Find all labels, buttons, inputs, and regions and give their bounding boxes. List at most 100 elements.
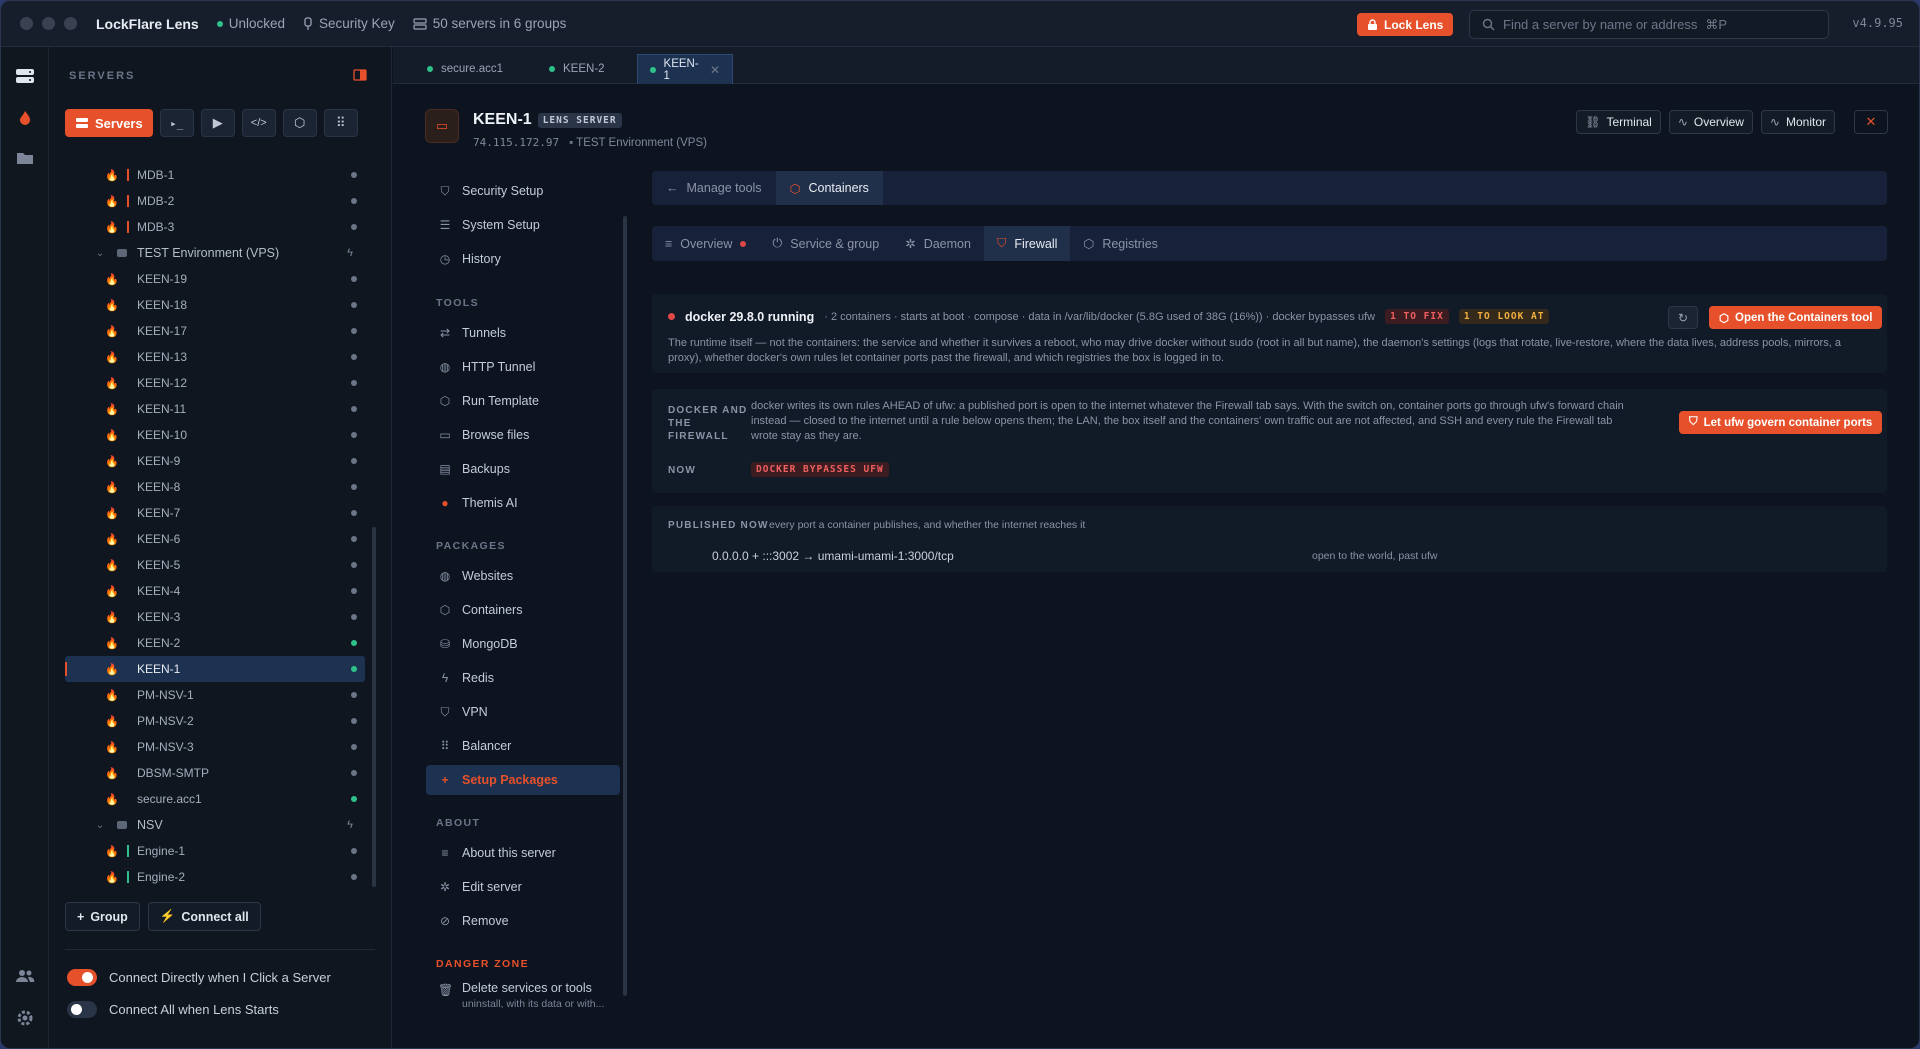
menu-history[interactable]: ◷ History <box>426 244 620 274</box>
menu-themis-ai[interactable]: ● Themis AI <box>426 488 620 518</box>
link-icon: ⛓ <box>1585 115 1601 129</box>
submenu-scrollbar[interactable] <box>623 216 627 996</box>
menu-remove[interactable]: ⊘ Remove <box>426 906 620 936</box>
server-row[interactable]: 🔥 KEEN-1 <box>65 656 365 682</box>
server-row[interactable]: 🔥 KEEN-2 <box>65 630 365 656</box>
chevron-down-icon[interactable]: ⌄ <box>93 820 107 831</box>
connect-on-click-toggle[interactable] <box>67 969 97 986</box>
terminal-button[interactable]: ⛓ Terminal <box>1576 110 1661 134</box>
server-row[interactable]: 🔥 MDB-1 <box>65 162 365 188</box>
monitor-button[interactable]: ∿ Monitor <box>1760 110 1835 134</box>
ufw-govern-ports-button[interactable]: ⛉ Let ufw govern container ports <box>1679 411 1883 434</box>
server-row[interactable]: 🔥 KEEN-19 <box>65 266 365 292</box>
chevron-down-icon[interactable]: ⌄ <box>93 248 107 259</box>
subtab-overview[interactable]: ≡ Overview <box>652 226 759 261</box>
menu-security-setup[interactable]: ⛉ Security Setup <box>426 176 620 206</box>
add-group-button[interactable]: + Group <box>65 902 140 931</box>
close-tab-icon[interactable]: ✕ <box>710 63 720 77</box>
settings-gear-icon[interactable] <box>14 1007 36 1029</box>
box-tool-button[interactable]: ⬡ <box>282 109 317 137</box>
menu-about-server[interactable]: ≡ About this server <box>426 838 620 868</box>
menu-vpn[interactable]: ⛉ VPN <box>426 697 620 727</box>
menu-tunnels[interactable]: ⇄ Tunnels <box>426 318 620 348</box>
sidebar-divider <box>65 949 375 950</box>
open-containers-tool-button[interactable]: ⬡ Open the Containers tool <box>1709 306 1883 329</box>
menu-http-tunnel[interactable]: ◍ HTTP Tunnel <box>426 352 620 382</box>
refresh-button[interactable]: ↻ <box>1668 306 1698 329</box>
menu-run-template[interactable]: ⬡ Run Template <box>426 386 620 416</box>
server-row[interactable]: 🔥 KEEN-4 <box>65 578 365 604</box>
server-row[interactable]: 🔥 DBSM-SMTP <box>65 760 365 786</box>
connect-on-start-toggle[interactable] <box>67 1001 97 1018</box>
menu-redis[interactable]: ϟ Redis <box>426 663 620 693</box>
server-row[interactable]: 🔥 PM-NSV-1 <box>65 682 365 708</box>
code-tool-button[interactable]: </> <box>241 109 276 137</box>
server-row[interactable]: 🔥 PM-NSV-2 <box>65 708 365 734</box>
flame-rail-icon[interactable] <box>14 107 36 129</box>
server-group-row[interactable]: ⌄ TEST Environment (VPS) ϟ <box>65 240 365 266</box>
server-row[interactable]: 🔥 KEEN-6 <box>65 526 365 552</box>
security-key-indicator[interactable]: Security Key <box>303 16 395 31</box>
server-color-bar <box>127 273 129 285</box>
search-placeholder: Find a server by name or address <box>1503 17 1698 32</box>
terminal-tool-button[interactable]: ▸_ <box>159 109 194 137</box>
play-tool-button[interactable]: ▶ <box>200 109 235 137</box>
sidebar-scrollbar[interactable] <box>372 527 376 887</box>
server-row[interactable]: 🔥 KEEN-18 <box>65 292 365 318</box>
menu-backups[interactable]: ▤ Backups <box>426 454 620 484</box>
alert-dot <box>740 240 747 247</box>
menu-mongodb[interactable]: ⛁ MongoDB <box>426 629 620 659</box>
menu-containers[interactable]: ⬡ Containers <box>426 595 620 625</box>
server-row[interactable]: 🔥 KEEN-13 <box>65 344 365 370</box>
minimize-window-button[interactable] <box>42 17 55 30</box>
lock-lens-button[interactable]: Lock Lens <box>1357 13 1454 36</box>
server-row[interactable]: 🔥 Engine-2 <box>65 864 365 890</box>
tab-keen-2[interactable]: KEEN-2 <box>537 54 617 84</box>
network-tool-button[interactable]: ⠿ <box>323 109 358 137</box>
server-row[interactable]: 🔥 secure.acc1 <box>65 786 365 812</box>
close-window-button[interactable] <box>20 17 33 30</box>
server-row[interactable]: 🔥 KEEN-11 <box>65 396 365 422</box>
subtab-firewall[interactable]: ⛉ Firewall <box>983 226 1071 261</box>
sidebar-toolbar: Servers ▸_ ▶ </> ⬡ ⠿ <box>65 109 358 137</box>
servers-button[interactable]: Servers <box>65 109 153 137</box>
server-row[interactable]: 🔥 KEEN-12 <box>65 370 365 396</box>
subtab-service-group[interactable]: ⏻ Service & group <box>759 226 892 261</box>
bolt-icon[interactable]: ϟ <box>347 247 353 259</box>
tab-secure-acc1[interactable]: secure.acc1 <box>415 54 515 84</box>
server-row[interactable]: 🔥 KEEN-17 <box>65 318 365 344</box>
bolt-icon[interactable]: ϟ <box>347 819 353 831</box>
menu-edit-server[interactable]: ✲ Edit server <box>426 872 620 902</box>
server-search-input[interactable]: Find a server by name or address ⌘P <box>1469 10 1829 39</box>
menu-setup-packages[interactable]: + Setup Packages <box>426 765 620 795</box>
folder-rail-icon[interactable] <box>14 147 36 169</box>
maximize-window-button[interactable] <box>64 17 77 30</box>
users-rail-icon[interactable] <box>14 965 36 987</box>
containers-tab[interactable]: ⬡ Containers <box>775 171 883 205</box>
server-row[interactable]: 🔥 MDB-2 <box>65 188 365 214</box>
server-row[interactable]: 🔥 KEEN-3 <box>65 604 365 630</box>
server-row[interactable]: 🔥 Engine-1 <box>65 838 365 864</box>
overview-button[interactable]: ∿ Overview <box>1668 110 1753 134</box>
server-row[interactable]: 🔥 KEEN-7 <box>65 500 365 526</box>
close-server-button[interactable]: ✕ <box>1854 110 1888 134</box>
subtab-daemon[interactable]: ✲ Daemon <box>892 226 984 261</box>
tab-keen-1[interactable]: KEEN-1 ✕ <box>637 54 733 84</box>
collapse-sidebar-icon[interactable] <box>353 69 367 84</box>
server-row[interactable]: 🔥 KEEN-8 <box>65 474 365 500</box>
servers-rail-icon[interactable] <box>14 65 36 87</box>
server-row[interactable]: 🔥 KEEN-5 <box>65 552 365 578</box>
server-group-row[interactable]: ⌄ NSV ϟ <box>65 812 365 838</box>
menu-browse-files[interactable]: ▭ Browse files <box>426 420 620 450</box>
server-row[interactable]: 🔥 KEEN-9 <box>65 448 365 474</box>
menu-balancer[interactable]: ⠿ Balancer <box>426 731 620 761</box>
manage-tools-button[interactable]: ← Manage tools <box>652 171 776 205</box>
menu-delete-services[interactable]: 🗑 Delete services or tools uninstall, wi… <box>426 981 620 1015</box>
server-row[interactable]: 🔥 MDB-3 <box>65 214 365 240</box>
server-row[interactable]: 🔥 KEEN-10 <box>65 422 365 448</box>
connect-all-button[interactable]: ⚡ Connect all <box>147 902 261 931</box>
menu-websites[interactable]: ◍ Websites <box>426 561 620 591</box>
menu-system-setup[interactable]: ☰ System Setup <box>426 210 620 240</box>
subtab-registries[interactable]: ⬡ Registries <box>1070 226 1171 261</box>
server-row[interactable]: 🔥 PM-NSV-3 <box>65 734 365 760</box>
